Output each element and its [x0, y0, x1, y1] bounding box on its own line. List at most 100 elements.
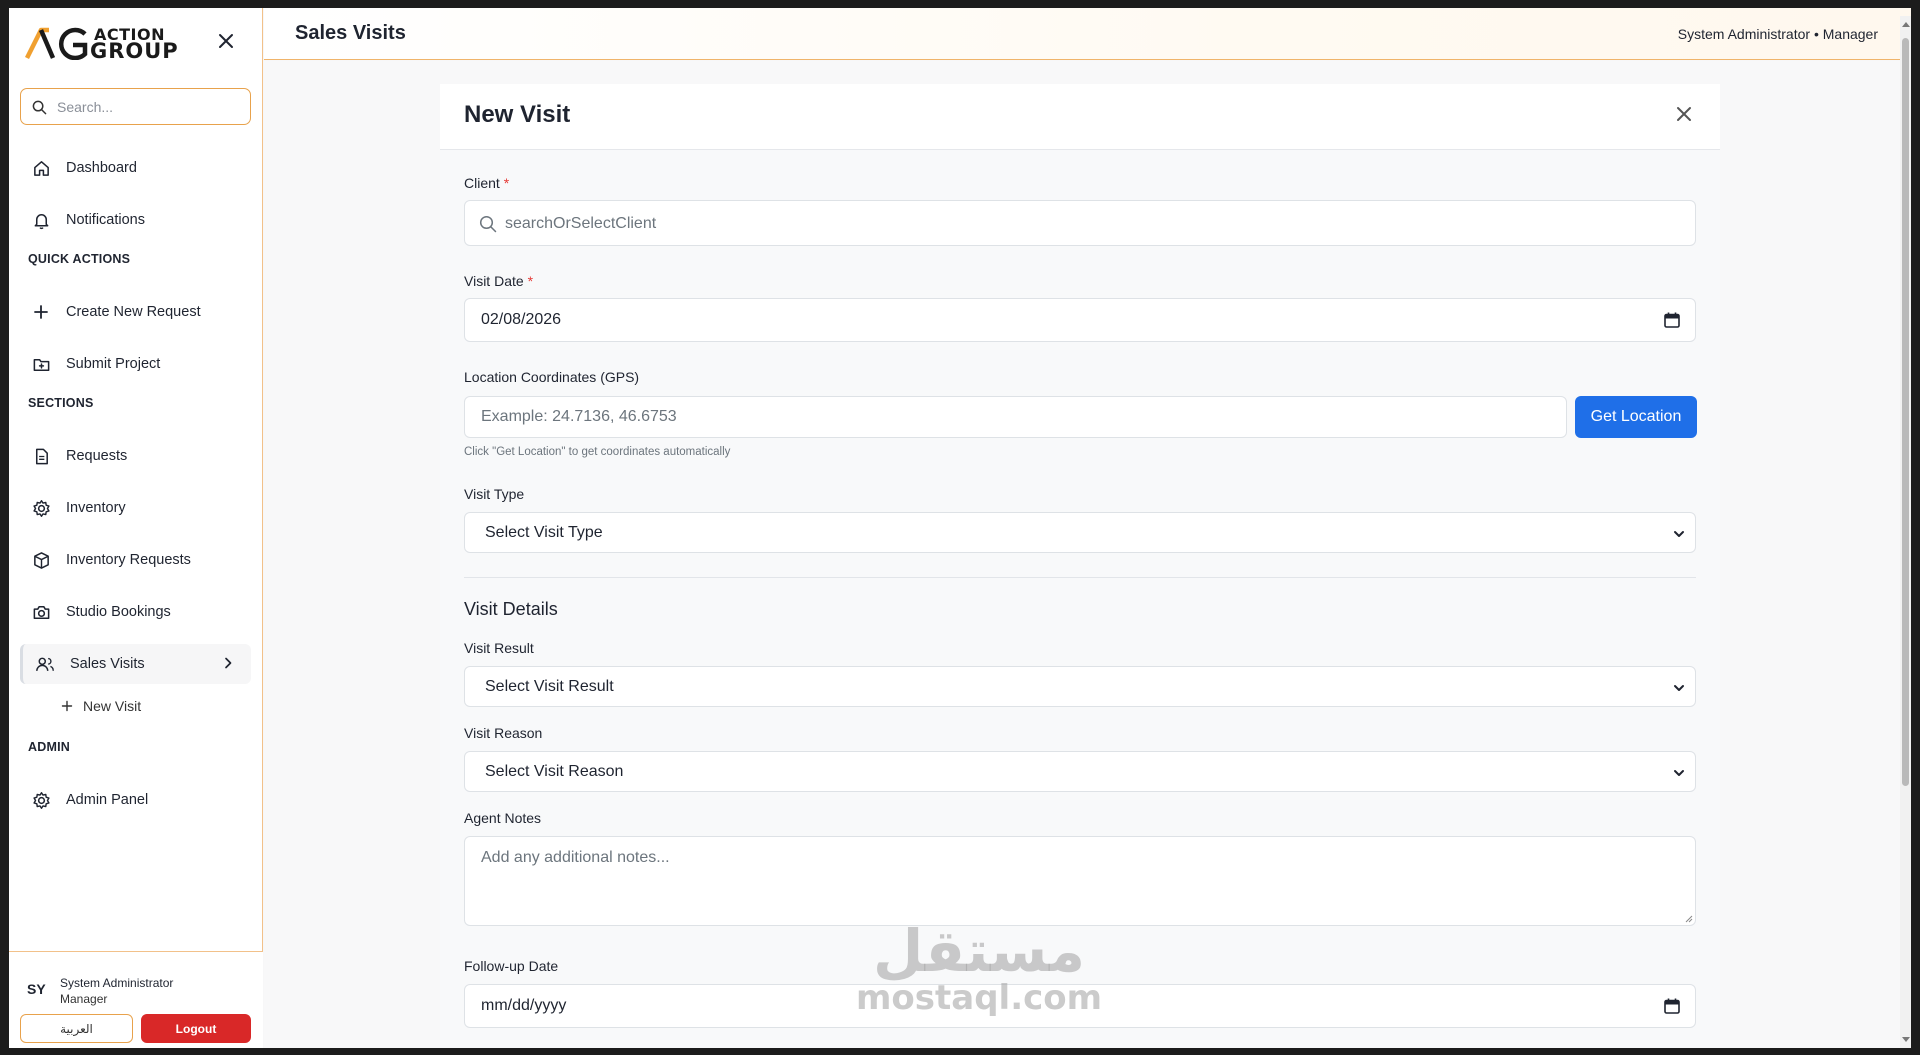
visit-reason-label: Visit Reason — [464, 725, 543, 741]
sidebar-item-label: Create New Request — [66, 304, 201, 320]
get-location-button[interactable]: Get Location — [1575, 396, 1697, 438]
document-icon — [31, 446, 51, 466]
sidebar-item-notifications[interactable]: Notifications — [20, 200, 251, 240]
required-mark: * — [527, 273, 534, 289]
sidebar-search[interactable] — [20, 88, 251, 125]
sidebar-footer: SY System Administrator Manager العربية … — [9, 951, 263, 1048]
gps-coordinates-input[interactable]: Example: 24.7136, 46.6753 — [464, 396, 1567, 438]
calendar-icon[interactable] — [1663, 997, 1681, 1015]
agent-notes-placeholder: Add any additional notes... — [481, 849, 670, 866]
plus-icon — [31, 302, 51, 322]
followup-date-label: Follow-up Date — [464, 958, 559, 974]
sidebar-item-studio-bookings[interactable]: Studio Bookings — [20, 592, 251, 632]
sidebar: ACTION GROUP Dashboard Notifications QUI… — [9, 8, 263, 1048]
agent-notes-label: Agent Notes — [464, 810, 542, 826]
sidebar-item-label: Inventory — [66, 500, 126, 516]
page-scrollbar[interactable] — [1900, 16, 1911, 1048]
visit-result-label: Visit Result — [464, 640, 534, 656]
bell-icon — [31, 210, 51, 230]
search-icon — [32, 100, 47, 115]
followup-date-placeholder: mm/dd/yyyy — [481, 997, 567, 1014]
sidebar-item-requests[interactable]: Requests — [20, 436, 251, 476]
sections-heading: SECTIONS — [28, 396, 94, 410]
sidebar-item-label: Requests — [66, 448, 128, 464]
scroll-down-icon[interactable] — [1902, 1037, 1910, 1042]
avatar: SY — [27, 981, 46, 997]
visit-result-value: Select Visit Result — [485, 678, 614, 695]
sidebar-item-sales-visits[interactable]: Sales Visits — [20, 644, 251, 684]
sidebar-item-label: Submit Project — [66, 356, 161, 372]
folder-plus-icon — [31, 354, 51, 374]
visit-details-heading: Visit Details — [464, 599, 558, 619]
user-name: System Administrator — [60, 976, 174, 990]
visit-date-value: 02/08/2026 — [481, 311, 562, 328]
chevron-down-icon — [1674, 685, 1684, 691]
agent-notes-textarea[interactable]: Add any additional notes... — [464, 836, 1696, 926]
language-button[interactable]: العربية — [20, 1014, 133, 1043]
app-window: ACTION GROUP Dashboard Notifications QUI… — [9, 8, 1911, 1048]
client-label-text: Client — [464, 175, 500, 191]
logout-button[interactable]: Logout — [141, 1014, 251, 1043]
sidebar-subitem-label: New Visit — [83, 698, 142, 714]
visit-type-value: Select Visit Type — [485, 524, 603, 541]
watermark: مستقل mostaql.com — [856, 921, 1102, 1015]
sidebar-subitem-new-visit[interactable]: New Visit — [61, 694, 141, 718]
logo-mark-icon — [25, 27, 88, 60]
sidebar-item-admin-panel[interactable]: Admin Panel — [20, 780, 251, 820]
close-form-icon[interactable] — [1674, 104, 1694, 124]
sidebar-item-label: Notifications — [66, 212, 145, 228]
home-icon — [31, 158, 51, 178]
sidebar-item-label: Studio Bookings — [66, 604, 171, 620]
sidebar-item-label: Admin Panel — [66, 792, 149, 808]
brand-name: ACTION GROUP — [90, 27, 179, 63]
visit-type-select[interactable]: Select Visit Type — [464, 512, 1696, 553]
box-icon — [31, 550, 51, 570]
visit-type-label: Visit Type — [464, 486, 525, 502]
watermark-arabic: مستقل — [872, 917, 1086, 985]
gps-label: Location Coordinates (GPS) — [464, 369, 640, 385]
top-bar: Sales Visits System Administrator • Mana… — [264, 8, 1911, 60]
chevron-down-icon — [1674, 531, 1684, 537]
sidebar-item-label: Dashboard — [66, 160, 137, 176]
sidebar-item-inventory-requests[interactable]: Inventory Requests — [20, 540, 251, 580]
gear-icon — [31, 790, 51, 810]
client-label: Client * — [464, 175, 509, 191]
scroll-up-icon[interactable] — [1902, 22, 1910, 27]
brand-line-2: GROUP — [90, 39, 179, 63]
plus-icon — [61, 700, 73, 712]
user-role: Manager — [60, 992, 108, 1006]
admin-heading: ADMIN — [28, 740, 70, 754]
calendar-icon[interactable] — [1663, 311, 1681, 329]
sidebar-item-inventory[interactable]: Inventory — [20, 488, 251, 528]
scroll-thumb[interactable] — [1902, 38, 1909, 786]
form-title: New Visit — [464, 101, 571, 128]
visit-date-field[interactable]: 02/08/2026 — [464, 298, 1696, 342]
sidebar-item-submit-project[interactable]: Submit Project — [20, 344, 251, 384]
search-icon — [479, 215, 497, 233]
close-sidebar-icon[interactable] — [217, 32, 235, 50]
users-icon — [35, 654, 55, 674]
client-search-field[interactable]: searchOrSelectClient — [464, 200, 1696, 246]
section-divider — [464, 577, 1696, 578]
sidebar-item-label: Inventory Requests — [66, 552, 191, 568]
required-mark: * — [503, 175, 510, 191]
camera-icon — [31, 602, 51, 622]
main-content: New Visit Client * searchOrSelectClient … — [264, 61, 1911, 1048]
visit-date-label-text: Visit Date — [464, 273, 524, 289]
quick-actions-heading: QUICK ACTIONS — [28, 252, 131, 266]
gps-placeholder: Example: 24.7136, 46.6753 — [481, 408, 677, 425]
brand-logo: ACTION GROUP — [25, 26, 247, 66]
sidebar-item-create-request[interactable]: Create New Request — [20, 292, 251, 332]
sidebar-item-dashboard[interactable]: Dashboard — [20, 148, 251, 188]
resize-handle-icon[interactable] — [1684, 914, 1693, 923]
visit-date-label: Visit Date * — [464, 273, 533, 289]
watermark-latin: mostaql.com — [856, 978, 1103, 1018]
page-title: Sales Visits — [295, 22, 406, 44]
new-visit-form: New Visit Client * searchOrSelectClient … — [440, 84, 1720, 1048]
visit-reason-select[interactable]: Select Visit Reason — [464, 751, 1696, 792]
visit-result-select[interactable]: Select Visit Result — [464, 666, 1696, 707]
visit-reason-value: Select Visit Reason — [485, 763, 624, 780]
search-input[interactable] — [57, 97, 242, 117]
gear-icon — [31, 498, 51, 518]
chevron-right-icon — [225, 657, 232, 669]
